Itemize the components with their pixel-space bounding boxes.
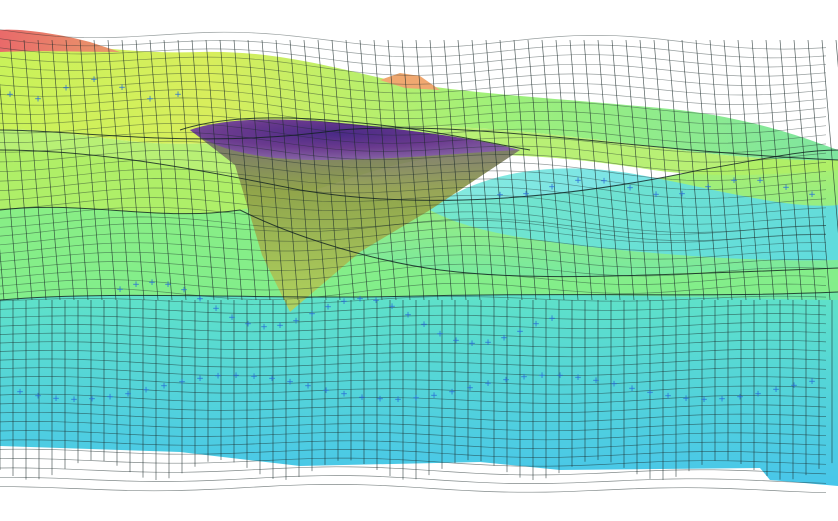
sample-point-marker: + (146, 94, 154, 104)
sample-point-marker: + (700, 395, 708, 405)
sample-point-marker: + (756, 176, 764, 186)
sample-point-marker: + (174, 90, 182, 100)
sample-point-marker: + (626, 184, 634, 194)
sample-point-marker: + (214, 372, 222, 382)
sample-point-marker: + (124, 390, 132, 400)
sample-point-marker: + (142, 386, 150, 396)
sample-point-marker: + (790, 381, 798, 391)
sample-point-marker: + (520, 373, 528, 383)
sample-point-marker: + (88, 395, 96, 405)
sample-point-marker: + (70, 395, 78, 405)
sample-point-marker: + (268, 374, 276, 384)
sample-point-marker: + (678, 190, 686, 200)
sample-point-marker: + (286, 377, 294, 387)
sample-point-marker: + (232, 371, 240, 381)
sample-point-marker: + (808, 377, 816, 387)
sample-point-marker: + (324, 302, 332, 312)
sample-point-marker: + (736, 392, 744, 402)
sample-point-marker: + (6, 90, 14, 100)
sample-point-marker: + (538, 371, 546, 381)
sample-point-marker: + (180, 286, 188, 296)
sample-point-marker: + (90, 75, 98, 85)
sample-point-marker: + (160, 381, 168, 391)
sample-point-marker: + (358, 393, 366, 403)
sample-point-marker: + (404, 310, 412, 320)
sample-point-marker: + (340, 390, 348, 400)
sample-point-marker: + (394, 395, 402, 405)
sample-point-marker: + (484, 338, 492, 348)
sample-point-marker: + (356, 295, 364, 305)
sample-point-marker: + (304, 382, 312, 392)
sample-point-marker: + (412, 394, 420, 404)
sample-point-marker: + (52, 394, 60, 404)
sample-point-marker: + (600, 176, 608, 186)
sample-point-marker: + (664, 392, 672, 402)
sample-point-marker: + (808, 190, 816, 200)
sample-point-marker: + (718, 394, 726, 404)
sample-point-marker: + (388, 302, 396, 312)
sample-point-marker: + (448, 388, 456, 398)
sample-point-marker: + (548, 182, 556, 192)
sample-point-marker: + (556, 371, 564, 381)
sample-point-marker: + (522, 190, 530, 200)
sample-point-marker: + (468, 339, 476, 349)
sample-point-marker: + (250, 372, 258, 382)
geological-mesh-scene: + + + + + + + + + + + + + + + + + + + + + + + + + + + + + + + + + + + + + + + +… (0, 29, 838, 494)
sample-point-marker: + (574, 373, 582, 383)
sample-point-marker: + (372, 296, 380, 306)
sample-point-marker: + (628, 384, 636, 394)
sample-point-marker: + (500, 334, 508, 344)
sample-point-marker: + (212, 304, 220, 314)
sample-point-marker: + (646, 388, 654, 398)
sample-point-marker: + (34, 391, 42, 401)
mesh-row-line (0, 475, 827, 484)
sample-point-marker: + (148, 278, 156, 288)
sample-point-marker: + (16, 388, 24, 398)
sample-point-marker: + (228, 313, 236, 323)
sample-point-marker: + (164, 280, 172, 290)
sample-point-marker: + (34, 94, 42, 104)
sample-point-marker: + (260, 322, 268, 332)
sample-point-marker: + (532, 320, 540, 330)
sample-point-marker: + (118, 83, 126, 93)
sample-point-marker: + (196, 294, 204, 304)
sample-point-marker: + (196, 374, 204, 384)
sample-point-marker: + (610, 380, 618, 390)
sample-point-marker: + (276, 321, 284, 331)
sample-point-marker: + (322, 386, 330, 396)
sample-point-marker: + (420, 320, 428, 330)
sample-point-marker: + (62, 83, 70, 93)
sample-point-marker: + (574, 176, 582, 186)
sample-point-marker: + (132, 280, 140, 290)
sample-point-marker: + (548, 314, 556, 324)
sample-point-marker: + (730, 176, 738, 186)
sample-point-marker: + (682, 394, 690, 404)
sample-point-marker: + (452, 336, 460, 346)
sample-point-marker: + (376, 395, 384, 405)
mesh-row-line (0, 484, 827, 494)
sample-point-marker: + (772, 385, 780, 395)
sample-point-marker: + (116, 285, 124, 295)
sample-point-marker: + (754, 389, 762, 399)
sample-point-marker: + (430, 391, 438, 401)
sample-point-marker: + (496, 190, 504, 200)
sample-point-marker: + (704, 183, 712, 193)
sample-point-marker: + (292, 316, 300, 326)
sample-point-marker: + (308, 310, 316, 320)
sample-point-marker: + (436, 329, 444, 339)
sample-point-marker: + (340, 297, 348, 307)
sample-point-marker: + (516, 327, 524, 337)
mesh-row-line (0, 29, 827, 50)
sample-point-marker: + (652, 190, 660, 200)
sample-point-marker: + (592, 376, 600, 386)
sample-point-marker: + (782, 183, 790, 193)
sample-point-marker: + (466, 383, 474, 393)
sample-point-marker: + (502, 375, 510, 385)
sample-point-marker: + (106, 393, 114, 403)
sample-point-marker: + (244, 320, 252, 330)
sample-point-marker: + (178, 377, 186, 387)
sample-point-marker: + (484, 379, 492, 389)
